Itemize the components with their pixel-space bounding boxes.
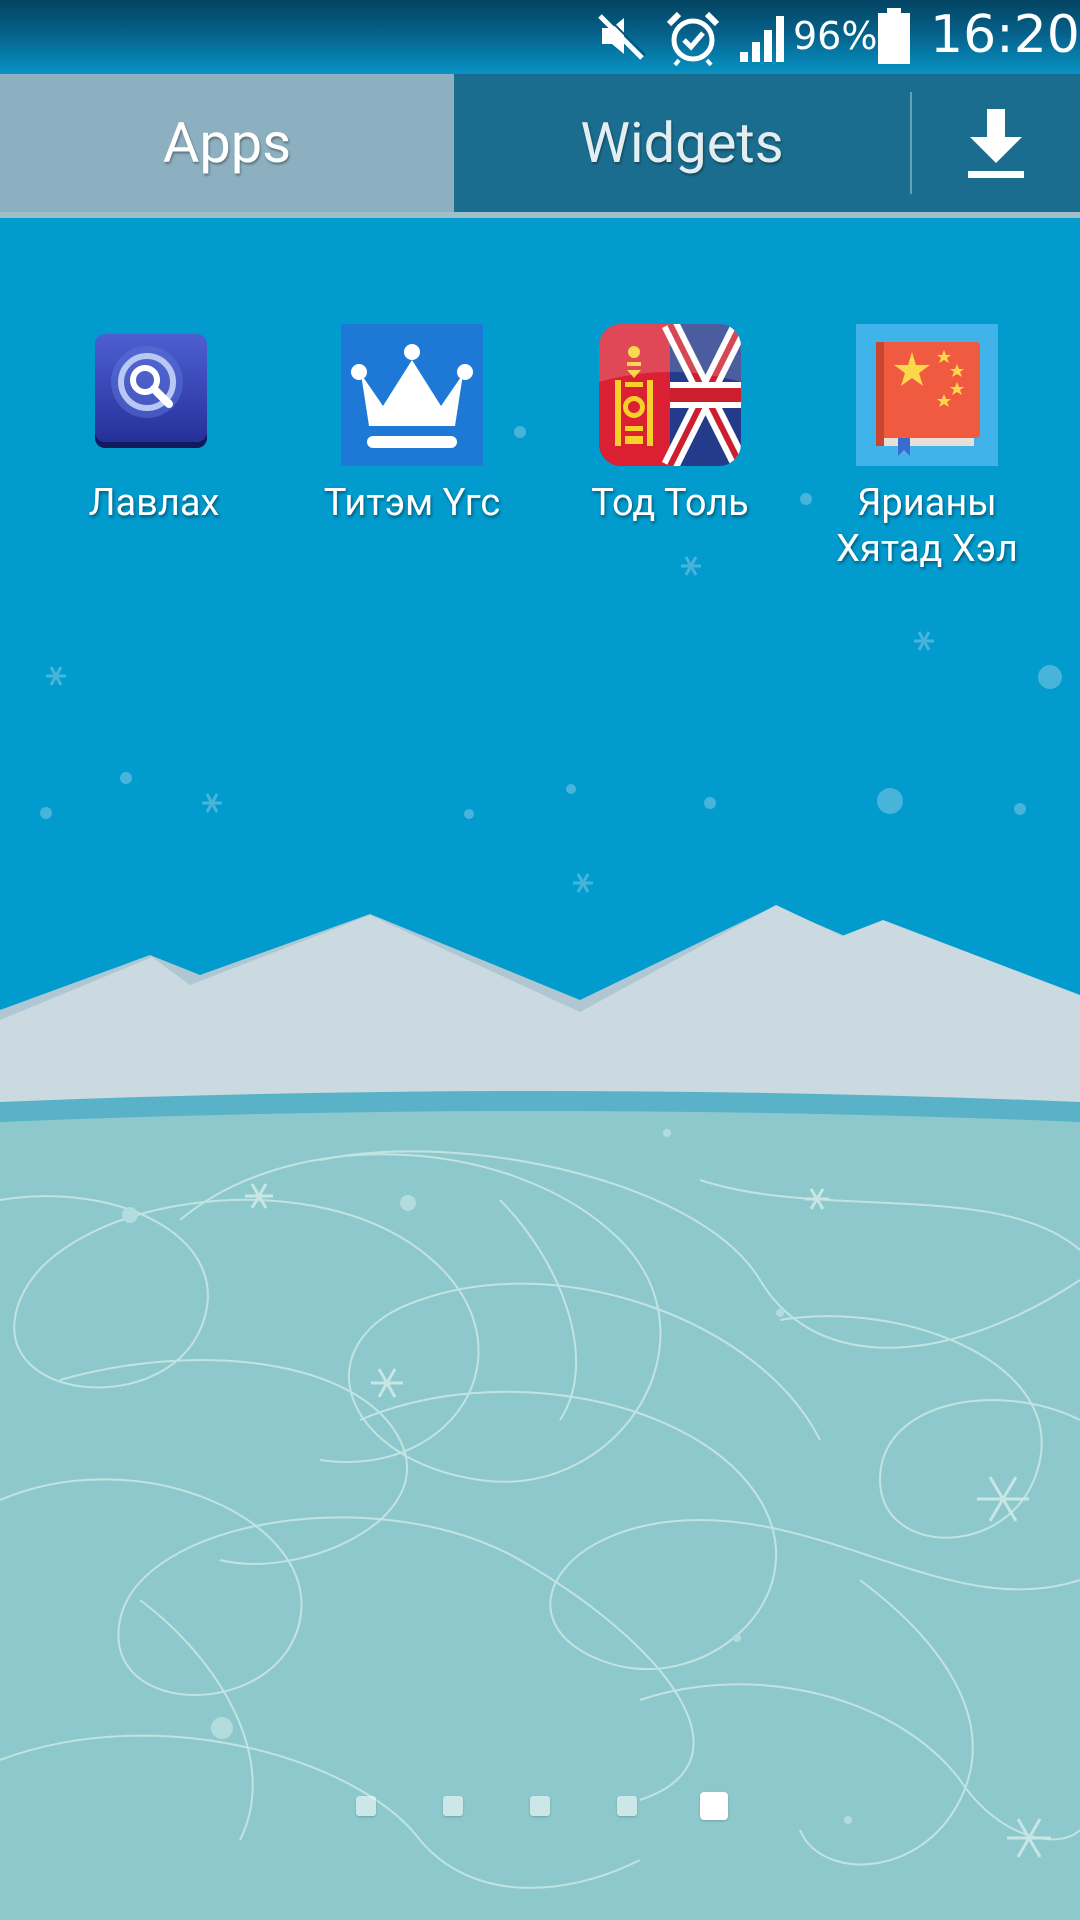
app-label: Лавлах bbox=[88, 481, 220, 525]
app-label-line2: Хятад Хэл bbox=[836, 527, 1018, 571]
app-icon-lavlakh bbox=[81, 322, 227, 468]
magnifier-icon bbox=[95, 334, 207, 448]
flag-icon bbox=[599, 324, 741, 466]
page-dot-5-active[interactable] bbox=[700, 1792, 728, 1820]
tab-apps[interactable]: Apps bbox=[0, 74, 454, 212]
alarm-icon bbox=[666, 11, 720, 66]
app-icon-tod-toli bbox=[597, 322, 743, 468]
status-bar: 96% 16:20 bbox=[0, 0, 1080, 74]
app-titem-ugs[interactable]: Титэм Үгс bbox=[282, 322, 542, 582]
app-yariany-khyatad-khel[interactable]: Ярианы Хятад Хэл bbox=[797, 322, 1057, 582]
battery-icon bbox=[878, 8, 910, 64]
page-dot-2[interactable] bbox=[443, 1796, 463, 1816]
app-label: Титэм Үгс bbox=[323, 481, 501, 525]
download-button[interactable] bbox=[912, 74, 1080, 212]
page-dot-1[interactable] bbox=[356, 1796, 376, 1816]
clock: 16:20 bbox=[930, 5, 1080, 65]
tab-underline bbox=[0, 212, 1080, 218]
app-label: Ярианы Хятад Хэл bbox=[797, 480, 1057, 572]
wallpaper bbox=[0, 0, 1080, 1920]
download-icon bbox=[968, 109, 1024, 178]
signal-icon bbox=[740, 16, 784, 62]
app-lavlakh[interactable]: Лавлах bbox=[24, 322, 284, 582]
app-label-line1: Ярианы bbox=[857, 481, 997, 525]
app-tod-toli[interactable]: Тод Толь bbox=[540, 322, 800, 582]
tab-bar: Apps Widgets bbox=[0, 74, 1080, 212]
mute-icon bbox=[598, 12, 646, 60]
battery-percentage: 96% bbox=[793, 14, 878, 58]
app-icon-titem-ugs bbox=[339, 322, 485, 468]
page-dot-3[interactable] bbox=[530, 1796, 550, 1816]
tab-widgets[interactable]: Widgets bbox=[454, 74, 910, 212]
app-icon-yariany-khyatad-khel bbox=[854, 322, 1000, 468]
crown-icon bbox=[341, 324, 483, 466]
book-icon bbox=[856, 324, 998, 466]
app-label: Тод Толь bbox=[591, 481, 749, 525]
page-indicator bbox=[0, 1792, 1080, 1822]
page-dot-4[interactable] bbox=[617, 1796, 637, 1816]
